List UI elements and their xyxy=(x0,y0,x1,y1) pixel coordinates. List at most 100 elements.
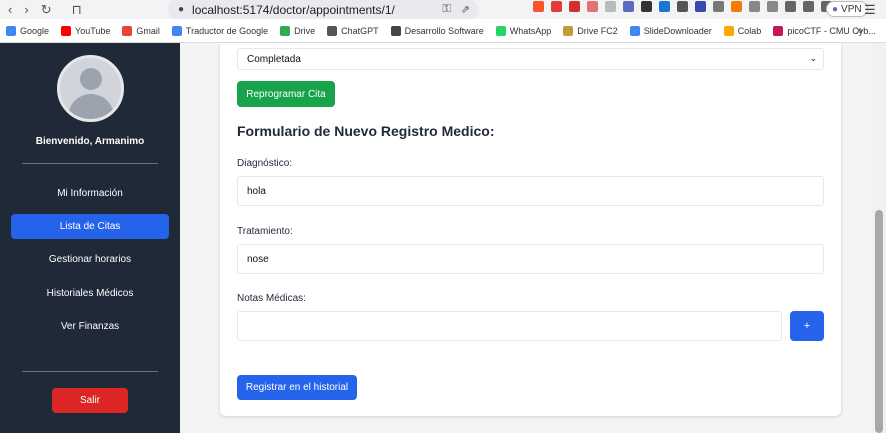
treatment-label: Tratamiento: xyxy=(237,226,293,237)
browser-menu-icon[interactable]: ☰ xyxy=(864,2,876,18)
extension-icon[interactable] xyxy=(659,1,670,12)
bookmark-item[interactable]: Desarrollo Software xyxy=(390,25,484,36)
more-bookmarks-icon[interactable]: » xyxy=(856,23,863,37)
extension-icon[interactable] xyxy=(749,1,760,12)
bookmark-label: ChatGPT xyxy=(341,25,379,36)
bookmark-favicon-icon xyxy=(327,25,338,36)
bookmark-label: Gmail xyxy=(136,25,160,36)
bookmark-favicon-icon xyxy=(280,25,291,36)
bookmark-label: SlideDownloader xyxy=(643,25,712,36)
status-select-value: Completada xyxy=(247,53,301,65)
extension-icon[interactable] xyxy=(569,1,580,12)
address-bar[interactable]: ● localhost:5174/doctor/appointments/1/ … xyxy=(168,0,478,19)
status-select[interactable]: Completada ⌄ xyxy=(237,48,824,70)
extensions-bar xyxy=(533,1,850,12)
treatment-input[interactable]: nose xyxy=(237,244,824,274)
sidebar-item-label: Mi Información xyxy=(57,188,123,199)
bookmark-label: Drive FC2 xyxy=(577,25,618,36)
sidebar-item-label: Ver Finanzas xyxy=(60,321,120,332)
bookmark-item[interactable]: Colab xyxy=(723,25,762,36)
diagnosis-value: hola xyxy=(247,185,266,197)
sidebar-item-ver-finanzas[interactable]: Ver Finanzas xyxy=(11,314,169,339)
bookmark-item[interactable]: Traductor de Google xyxy=(171,25,269,36)
bookmark-label: Drive xyxy=(294,25,316,36)
diagnosis-label: Diagnóstico: xyxy=(237,158,293,169)
bookmark-item[interactable]: Drive FC2 xyxy=(563,25,618,36)
logout-button[interactable]: Salir xyxy=(52,388,128,413)
bookmark-item[interactable]: Google xyxy=(6,25,50,36)
extension-icon[interactable] xyxy=(695,1,706,12)
bookmark-label: WhatsApp xyxy=(509,25,552,36)
bookmarks-bar: Google YouTube Gmail Traductor de Google Dri… xyxy=(0,19,886,43)
brave-shield-icon[interactable] xyxy=(533,1,544,12)
sidebar-item-label: Gestionar horarios xyxy=(48,254,132,265)
treatment-value: nose xyxy=(247,253,269,265)
logout-label: Salir xyxy=(79,395,100,406)
bookmark-item[interactable]: YouTube xyxy=(61,25,111,36)
reschedule-button[interactable]: Reprogramar Cita xyxy=(237,81,335,107)
submit-record-button[interactable]: Registrar en el historial xyxy=(237,375,357,400)
sidebar-item-historiales-medicos[interactable]: Historiales Médicos xyxy=(11,281,169,306)
share-icon[interactable]: ⇗ xyxy=(461,3,470,16)
url-text: localhost:5174/doctor/appointments/1/ xyxy=(192,2,395,17)
bookmark-icon[interactable]: ⊓ xyxy=(72,2,82,18)
add-note-button[interactable]: + xyxy=(790,311,824,341)
avatar-head-icon xyxy=(80,68,102,90)
bookmark-favicon-icon xyxy=(723,25,734,36)
extension-icon[interactable] xyxy=(677,1,688,12)
extension-icon[interactable] xyxy=(713,1,724,12)
bookmark-favicon-icon xyxy=(390,25,401,36)
site-info-icon[interactable]: ● xyxy=(178,4,184,15)
browser-nav: ‹ › ↻ ⊓ xyxy=(0,2,140,18)
vpn-label: VPN xyxy=(841,3,862,15)
vpn-button[interactable]: ● VPN xyxy=(826,1,868,17)
bookmark-item[interactable]: ChatGPT xyxy=(327,25,379,36)
diagnosis-input[interactable]: hola xyxy=(237,176,824,206)
download-icon[interactable] xyxy=(785,1,796,12)
bookmark-label: Colab xyxy=(737,25,762,36)
sidebar-item-mi-informacion[interactable]: Mi Información xyxy=(11,181,169,206)
page-scrollbar[interactable] xyxy=(872,43,886,433)
sidebar-toggle-icon[interactable] xyxy=(803,1,814,12)
reschedule-label: Reprogramar Cita xyxy=(246,88,326,100)
bookmark-favicon-icon xyxy=(773,25,784,36)
bookmark-favicon-icon xyxy=(629,25,640,36)
sidebar-divider xyxy=(22,371,158,372)
add-note-label: + xyxy=(803,320,811,332)
sidebar-item-gestionar-horarios[interactable]: Gestionar horarios xyxy=(11,247,169,272)
address-bar-actions: ⚿ ⇗ xyxy=(442,3,478,16)
appointment-card: Completada ⌄ Reprogramar Cita Formulario… xyxy=(220,43,841,416)
forward-icon[interactable]: › xyxy=(24,2,28,17)
vpn-icon: ● xyxy=(832,3,839,15)
bookmark-item[interactable]: Gmail xyxy=(122,25,160,36)
bookmark-favicon-icon xyxy=(495,25,506,36)
sidebar-divider xyxy=(22,163,158,164)
bookmark-label: YouTube xyxy=(75,25,111,36)
bookmark-item[interactable]: SlideDownloader xyxy=(629,25,712,36)
bookmark-favicon-icon xyxy=(6,25,16,36)
bookmark-label: Google xyxy=(20,25,50,36)
extension-icon[interactable] xyxy=(641,1,652,12)
sidebar-item-label: Historiales Médicos xyxy=(46,288,134,299)
extension-icon[interactable] xyxy=(605,1,616,12)
brave-rewards-icon[interactable] xyxy=(551,1,562,12)
chevron-down-icon: ⌄ xyxy=(809,53,817,63)
extensions-puzzle-icon[interactable] xyxy=(767,1,778,12)
key-icon[interactable]: ⚿ xyxy=(442,3,450,16)
reload-icon[interactable]: ↻ xyxy=(41,2,52,18)
bookmark-label: Traductor de Google xyxy=(185,25,269,36)
notes-input[interactable] xyxy=(237,311,782,341)
bookmark-item[interactable]: Drive xyxy=(280,25,316,36)
extension-icon[interactable] xyxy=(623,1,634,12)
bookmark-favicon-icon xyxy=(122,25,133,36)
back-icon[interactable]: ‹ xyxy=(8,2,12,17)
form-title: Formulario de Nuevo Registro Medico: xyxy=(237,123,495,139)
metamask-icon[interactable] xyxy=(731,1,742,12)
extension-icon[interactable] xyxy=(587,1,598,12)
scrollbar-thumb[interactable] xyxy=(875,210,883,433)
bookmark-item[interactable]: WhatsApp xyxy=(495,25,552,36)
sidebar: Bienvenido, Armanimo Mi Información List… xyxy=(0,43,180,433)
welcome-text: Bienvenido, Armanimo xyxy=(35,136,145,147)
sidebar-item-lista-de-citas[interactable]: Lista de Citas xyxy=(11,214,169,239)
main-content: Completada ⌄ Reprogramar Cita Formulario… xyxy=(180,43,872,433)
